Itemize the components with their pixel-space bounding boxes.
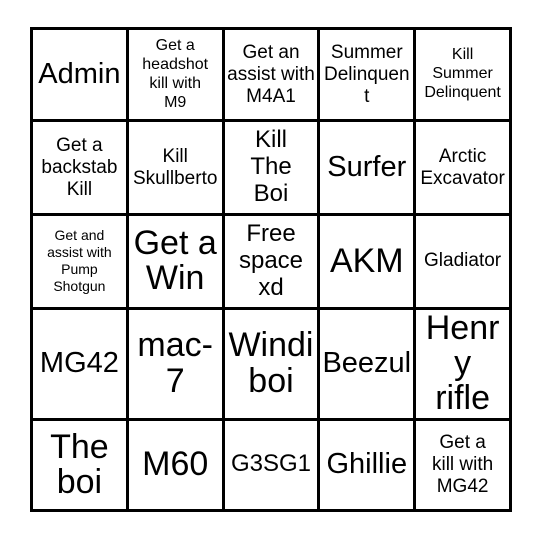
bingo-cell-label: The boi xyxy=(50,427,109,501)
bingo-card-page: Admin Get a headshot kill with M9 Get an… xyxy=(0,0,544,544)
bingo-cell-label: G3SG1 xyxy=(230,450,312,478)
bingo-cell[interactable]: Kill The Boi xyxy=(221,119,321,217)
bingo-cell[interactable]: Kill Skullberto xyxy=(125,119,225,217)
bingo-cell[interactable]: MG42 xyxy=(30,306,129,421)
bingo-cell[interactable]: Get a Win xyxy=(125,213,225,310)
bingo-cell-label: Kill The Boi xyxy=(250,126,292,208)
bingo-row-5: The boi M60 G3SG1 Ghillie Get a kill wit… xyxy=(30,417,512,513)
bingo-cell-label: Henry rifle xyxy=(425,308,500,418)
bingo-cell[interactable]: Windi boi xyxy=(221,306,321,421)
bingo-row-2: Get a backstab Kill Kill Skullberto Kill… xyxy=(30,119,512,217)
bingo-cell-label: Get an assist with M4A1 xyxy=(227,41,315,107)
bingo-row-4: MG42 mac-7 Windi boi Beezul Henry rifle xyxy=(30,306,512,421)
bingo-grid: Admin Get a headshot kill with M9 Get an… xyxy=(30,26,512,513)
bingo-cell[interactable]: mac-7 xyxy=(125,306,225,421)
bingo-cell[interactable]: Kill Summer Delinquent xyxy=(413,26,512,123)
bingo-cell-label: Get and assist with Pump Shotgun xyxy=(47,227,112,295)
bingo-cell-label: Windi boi xyxy=(228,326,314,400)
bingo-cell-label: Get a Win xyxy=(133,224,217,298)
bingo-cell-label: AKM xyxy=(329,241,404,280)
bingo-cell[interactable]: Get a headshot kill with M9 xyxy=(125,26,225,123)
bingo-row-3: Get and assist with Pump Shotgun Get a W… xyxy=(30,213,512,310)
bingo-cell-label: Summer Delinquent xyxy=(324,41,410,107)
bingo-cell[interactable]: Summer Delinquent xyxy=(317,26,417,123)
bingo-cell-label: mac-7 xyxy=(137,326,213,400)
bingo-cell-label: MG42 xyxy=(39,347,119,380)
bingo-cell-label: Admin xyxy=(38,58,121,91)
bingo-cell-label: Surfer xyxy=(327,151,407,184)
bingo-cell-label: Get a kill with MG42 xyxy=(431,431,494,497)
bingo-row-1: Admin Get a headshot kill with M9 Get an… xyxy=(30,26,512,123)
bingo-cell-label: Beezul xyxy=(322,347,412,380)
bingo-cell-label: Get a headshot kill with M9 xyxy=(142,36,209,111)
bingo-cell-label: M60 xyxy=(142,445,209,484)
bingo-cell[interactable]: The boi xyxy=(30,417,129,513)
bingo-cell[interactable]: Ghillie xyxy=(317,417,417,513)
bingo-cell[interactable]: Admin xyxy=(30,26,129,123)
bingo-cell[interactable]: Beezul xyxy=(317,306,417,421)
bingo-cell[interactable]: Get a backstab Kill xyxy=(30,119,129,217)
bingo-cell[interactable]: M60 xyxy=(125,417,225,513)
bingo-cell-label: Arctic Excavator xyxy=(420,145,505,189)
bingo-cell[interactable]: Get and assist with Pump Shotgun xyxy=(30,213,129,310)
bingo-cell-label: Gladiator xyxy=(424,250,502,272)
bingo-cell-free-space[interactable]: Free space xd xyxy=(221,213,321,310)
bingo-cell[interactable]: Surfer xyxy=(317,119,417,217)
bingo-cell[interactable]: Henry rifle xyxy=(413,306,512,421)
bingo-cell-label: Kill Skullberto xyxy=(132,145,218,189)
bingo-cell-label: Free space xd xyxy=(238,220,304,301)
bingo-cell[interactable]: AKM xyxy=(317,213,417,310)
bingo-cell[interactable]: Arctic Excavator xyxy=(413,119,512,217)
bingo-cell[interactable]: Get a kill with MG42 xyxy=(413,417,512,513)
bingo-cell[interactable]: G3SG1 xyxy=(221,417,321,513)
bingo-cell[interactable]: Gladiator xyxy=(413,213,512,310)
bingo-cell[interactable]: Get an assist with M4A1 xyxy=(221,26,321,123)
bingo-cell-label: Get a backstab Kill xyxy=(41,134,118,200)
bingo-cell-label: Kill Summer Delinquent xyxy=(424,46,501,102)
bingo-cell-label: Ghillie xyxy=(326,448,408,481)
bingo-grid-body: Admin Get a headshot kill with M9 Get an… xyxy=(30,26,512,513)
